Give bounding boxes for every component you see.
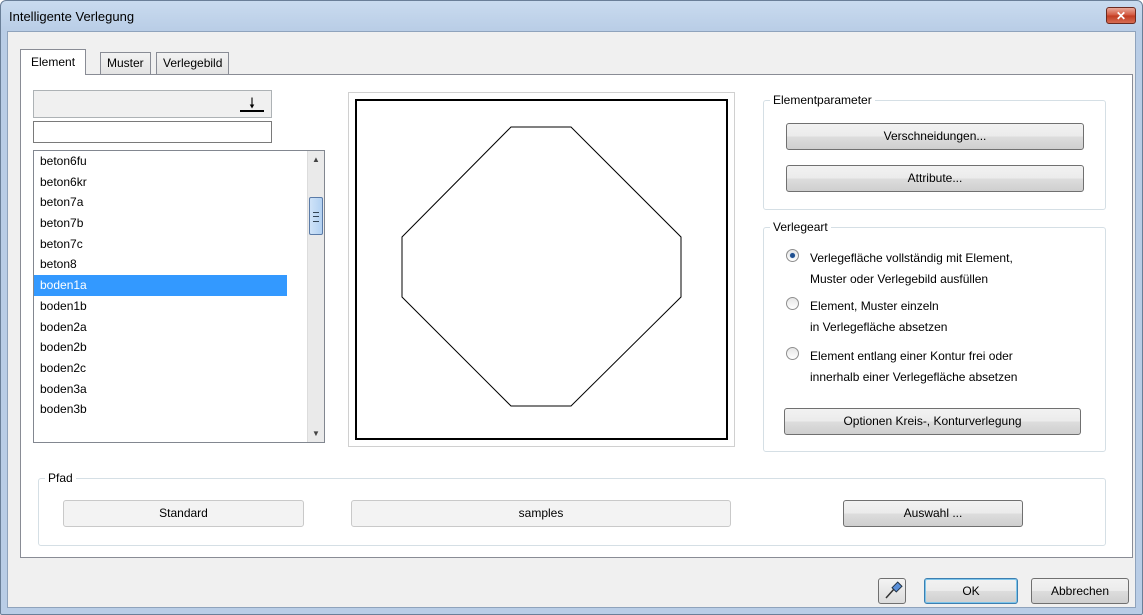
list-item[interactable]: boden3a [34,379,287,400]
pipette-icon [885,581,903,599]
element-preview [355,99,728,440]
list-scrollbar[interactable]: ▲ ▼ [307,151,324,442]
radio-option-line1: Verlegefläche vollständig mit Element, [810,251,1013,265]
list-item[interactable]: boden3b [34,399,287,420]
list-item[interactable]: beton7a [34,192,287,213]
radio-option-line2: Muster oder Verlegebild ausfüllen [810,272,989,286]
verschneidungen-button[interactable]: Verschneidungen... [786,123,1084,150]
list-item[interactable]: boden2a [34,317,287,338]
radio-option-line1: Element, Muster einzeln [810,299,939,313]
window-title: Intelligente Verlegung [9,9,135,24]
scroll-down-arrow-icon[interactable]: ▼ [308,425,324,442]
abbrechen-button[interactable]: Abbrechen [1031,578,1129,604]
scroll-thumb[interactable] [309,197,323,235]
scroll-up-arrow-icon[interactable]: ▲ [308,151,324,168]
octagon-shape [401,126,682,407]
element-listbox[interactable]: beton6fu beton6kr beton7a beton7b beton7… [33,150,325,443]
list-item[interactable]: boden2c [34,358,287,379]
dialog-client-area: Element Muster Verlegebild 🠗 beton6fu be… [7,31,1136,608]
tab-verlegebild[interactable]: Verlegebild [156,52,230,74]
elementparameter-group: Elementparameter [763,93,1106,210]
tab-element[interactable]: Element [20,49,87,75]
radio-option-line2: in Verlegefläche absetzen [810,320,948,334]
list-item[interactable]: beton7c [34,234,287,255]
dialog-window: Intelligente Verlegung ✕ Element Muster … [0,0,1143,615]
auswahl-button[interactable]: Auswahl ... [843,500,1023,527]
radio-option-line2: innerhalb einer Verlegefläche absetzen [810,370,1018,384]
radio-option-line1: Element entlang einer Kontur frei oder [810,349,1013,363]
verlegeart-label: Verlegeart [770,220,831,234]
list-item[interactable]: boden1b [34,296,287,317]
radio-button[interactable] [786,347,799,360]
elementparameter-label: Elementparameter [770,93,875,107]
list-item[interactable]: beton7b [34,213,287,234]
list-item-selected[interactable]: boden1a [34,275,287,296]
list-item[interactable]: boden2b [34,337,287,358]
radio-button[interactable] [786,297,799,310]
ok-button[interactable]: OK [924,578,1018,604]
list-item[interactable]: beton6kr [34,172,287,193]
list-item[interactable]: beton6fu [34,151,287,172]
close-button[interactable]: ✕ [1106,7,1136,24]
attribute-button[interactable]: Attribute... [786,165,1084,192]
tab-muster[interactable]: Muster [100,52,151,74]
grip-icon [313,212,319,222]
standard-path-button[interactable]: Standard [63,500,304,527]
element-filter-input[interactable] [33,121,272,143]
element-combo[interactable]: 🠗 [33,90,272,118]
pfad-label: Pfad [45,471,76,485]
load-arrow-icon[interactable]: 🠗 [237,94,267,114]
eyedropper-icon[interactable] [878,578,906,604]
optionen-kreis-konturverlegung-button[interactable]: Optionen Kreis-, Konturverlegung [784,408,1081,435]
preview-frame [348,92,735,447]
samples-path-button[interactable]: samples [351,500,731,527]
radio-button-checked[interactable] [786,249,799,262]
list-item[interactable]: beton8 [34,254,287,275]
title-bar[interactable]: Intelligente Verlegung ✕ [1,1,1142,31]
